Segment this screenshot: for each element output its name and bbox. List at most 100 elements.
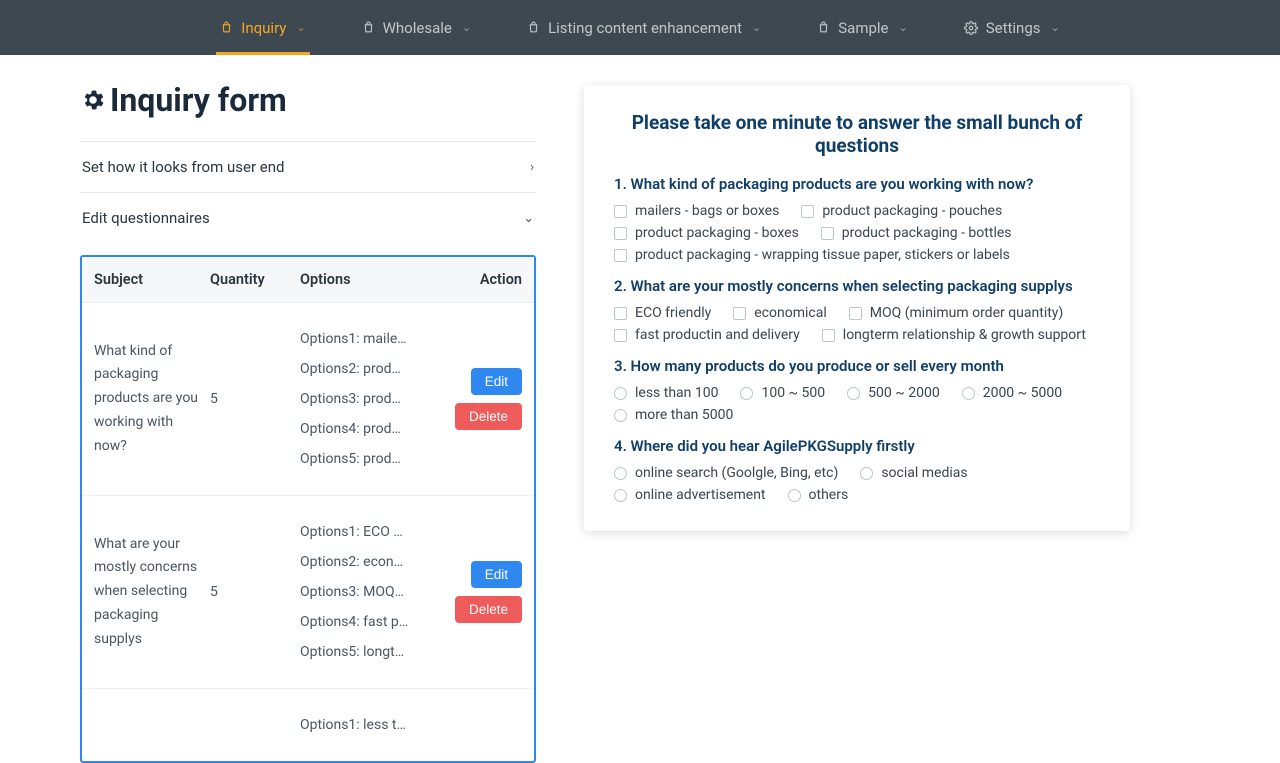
checkbox-option[interactable]: mailers - bags or boxes — [614, 203, 779, 219]
cell-options: Options1: less t… — [300, 717, 442, 733]
option-text: Options5: longt… — [300, 644, 420, 660]
header-quantity: Quantity — [210, 271, 300, 288]
radio-icon — [860, 467, 873, 480]
option-label: product packaging - wrapping tissue pape… — [635, 247, 1010, 263]
nav-item-inquiry[interactable]: Inquiry⌄ — [216, 0, 309, 55]
checkbox-option[interactable]: fast productin and delivery — [614, 327, 800, 343]
question-options: ECO friendly economical MOQ (minimum order… — [614, 305, 1100, 343]
page-title: Inquiry form — [80, 81, 536, 119]
accordion-edit[interactable]: Edit questionnaires ⌄ — [80, 192, 536, 243]
chevron-down-icon: ⌄ — [1051, 21, 1060, 34]
checkbox-icon — [733, 307, 746, 320]
nav-item-settings[interactable]: Settings ⌄ — [960, 0, 1064, 55]
edit-button[interactable]: Edit — [471, 561, 522, 588]
accordion-edit-label: Edit questionnaires — [82, 209, 210, 227]
cell-action: Edit Delete — [442, 331, 522, 467]
checkbox-icon — [614, 249, 627, 262]
radio-icon — [614, 409, 627, 422]
radio-option[interactable]: more than 5000 — [614, 407, 733, 423]
option-text: Options3: MOQ… — [300, 584, 420, 600]
question-options: mailers - bags or boxes product packaging… — [614, 203, 1100, 263]
nav-item-listing-content-enhancement[interactable]: Listing content enhancement ⌄ — [523, 0, 765, 55]
checkbox-icon — [614, 205, 627, 218]
radio-option[interactable]: social medias — [860, 465, 967, 481]
checkbox-option[interactable]: product packaging - bottles — [821, 225, 1012, 241]
top-nav: Inquiry⌄Wholesale⌄Listing content enhanc… — [0, 0, 1280, 55]
option-label: social medias — [881, 465, 967, 481]
cell-action — [442, 717, 522, 733]
nav-item-label: Inquiry — [241, 19, 286, 37]
checkbox-option[interactable]: product packaging - pouches — [801, 203, 1002, 219]
nav-item-label: Sample — [838, 19, 888, 37]
table-row: Options1: less t… — [82, 688, 534, 761]
cell-options: Options1: ECO … Options2: econ… Options3: … — [300, 524, 442, 660]
option-text: Options2: econ… — [300, 554, 420, 570]
radio-option[interactable]: 2000 ~ 5000 — [962, 385, 1062, 401]
radio-option[interactable]: less than 100 — [614, 385, 718, 401]
radio-option[interactable]: 100 ~ 500 — [740, 385, 825, 401]
option-text: Options5: prod… — [300, 451, 420, 467]
nav-item-label: Settings — [986, 19, 1041, 37]
accordion-preview[interactable]: Set how it looks from user end › — [80, 141, 536, 192]
table-row: What kind of packaging products are you … — [82, 302, 534, 495]
option-text: Options2: prod… — [300, 361, 420, 377]
preview-card: Please take one minute to answer the sma… — [584, 85, 1130, 531]
option-label: fast productin and delivery — [635, 327, 800, 343]
cell-subject: What are your mostly concerns when selec… — [94, 524, 210, 660]
option-label: 2000 ~ 5000 — [983, 385, 1062, 401]
cell-options: Options1: maile…Options2: prod…Options3:… — [300, 331, 442, 467]
option-label: economical — [754, 305, 826, 321]
radio-icon — [614, 387, 627, 400]
option-text: Options1: ECO … — [300, 524, 420, 540]
checkbox-option[interactable]: ECO friendly — [614, 305, 711, 321]
header-action: Action — [442, 271, 522, 288]
checkbox-option[interactable]: longterm relationship & growth support — [822, 327, 1086, 343]
option-label: MOQ (minimum order quantity) — [870, 305, 1064, 321]
delete-button[interactable]: Delete — [455, 596, 522, 623]
option-label: online search (Goolgle, Bing, etc) — [635, 465, 838, 481]
chevron-down-icon: ⌄ — [752, 21, 761, 34]
chevron-right-icon: › — [530, 160, 534, 175]
checkbox-option[interactable]: economical — [733, 305, 826, 321]
radio-option[interactable]: 500 ~ 2000 — [847, 385, 940, 401]
edit-button[interactable]: Edit — [471, 368, 522, 395]
header-options: Options — [300, 271, 442, 288]
checkbox-option[interactable]: MOQ (minimum order quantity) — [849, 305, 1064, 321]
page-title-text: Inquiry form — [110, 81, 287, 119]
checkbox-icon — [801, 205, 814, 218]
cell-subject — [94, 717, 210, 733]
accordion-preview-label: Set how it looks from user end — [82, 158, 284, 176]
cell-quantity: 5 — [210, 524, 300, 660]
option-text: Options3: prod… — [300, 391, 420, 407]
option-text: Options4: prod… — [300, 421, 420, 437]
chevron-down-icon: ⌄ — [523, 211, 534, 226]
nav-item-sample[interactable]: Sample ⌄ — [813, 0, 911, 55]
option-label: online advertisement — [635, 487, 766, 503]
option-label: others — [809, 487, 849, 503]
radio-option[interactable]: others — [788, 487, 849, 503]
right-panel: Please take one minute to answer the sma… — [584, 75, 1258, 763]
question-title: 3. How many products do you produce or s… — [614, 357, 1100, 375]
checkbox-option[interactable]: product packaging - boxes — [614, 225, 799, 241]
checkbox-icon — [822, 329, 835, 342]
header-subject: Subject — [94, 271, 210, 288]
nav-item-label: Listing content enhancement — [548, 19, 742, 37]
option-label: more than 5000 — [635, 407, 733, 423]
question-options: less than 100 100 ~ 500 500 ~ 2000 2000 ~ 5… — [614, 385, 1100, 423]
table-row: What are your mostly concerns when selec… — [82, 495, 534, 688]
checkbox-icon — [614, 329, 627, 342]
option-text: Options4: fast p… — [300, 614, 420, 630]
radio-option[interactable]: online advertisement — [614, 487, 766, 503]
cell-subject: What kind of packaging products are you … — [94, 331, 210, 467]
checkbox-option[interactable]: product packaging - wrapping tissue pape… — [614, 247, 1010, 263]
option-label: less than 100 — [635, 385, 718, 401]
chevron-down-icon: ⌄ — [899, 21, 908, 34]
questionnaire-table: Subject Quantity Options Action What kin… — [80, 255, 536, 763]
delete-button[interactable]: Delete — [455, 403, 522, 430]
option-label: longterm relationship & growth support — [843, 327, 1086, 343]
nav-item-wholesale[interactable]: Wholesale⌄ — [358, 0, 475, 55]
left-panel: Inquiry form Set how it looks from user … — [80, 75, 536, 763]
chevron-down-icon: ⌄ — [462, 21, 471, 34]
radio-icon — [962, 387, 975, 400]
radio-option[interactable]: online search (Goolgle, Bing, etc) — [614, 465, 838, 481]
